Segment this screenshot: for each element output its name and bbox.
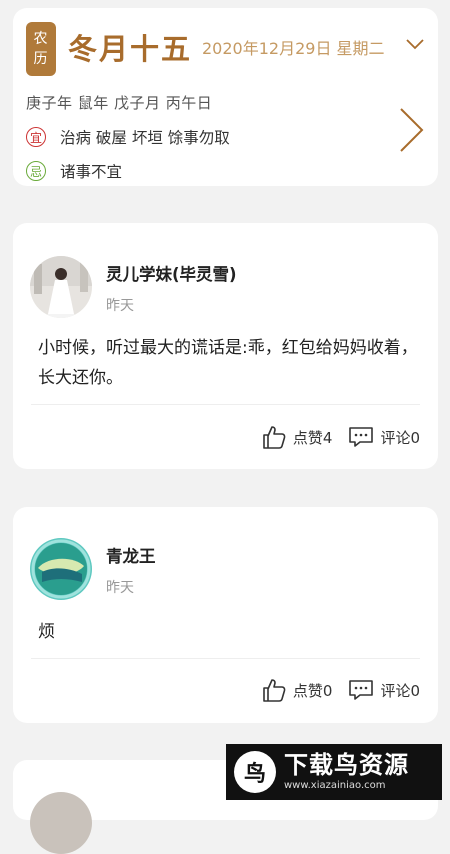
like-label: 点赞4 <box>292 428 333 447</box>
watermark-title: 下载鸟资源 <box>284 751 409 779</box>
thumbs-up-icon <box>263 679 286 702</box>
author-name[interactable]: 青龙王 <box>106 543 156 567</box>
comment-button[interactable]: 评论0 <box>348 425 420 449</box>
post-time: 昨天 <box>106 298 134 314</box>
author-name[interactable]: 灵儿学妹(毕灵雪) <box>106 261 237 285</box>
comment-label: 评论0 <box>380 428 420 447</box>
almanac-card[interactable]: 农 历 冬月十五 2020年12月29日 星期二 庚子年 鼠年 戊子月 丙午日 … <box>13 8 438 186</box>
like-button[interactable]: 点赞4 <box>261 424 333 450</box>
watermark-logo-icon: 鸟 <box>234 751 276 793</box>
like-button[interactable]: 点赞0 <box>261 677 333 703</box>
yi-icon: 宜 <box>26 127 46 147</box>
post-actions: 点赞4 评论0 <box>245 424 420 450</box>
chevron-down-icon[interactable] <box>405 36 425 52</box>
comment-icon <box>349 427 374 447</box>
avatar[interactable] <box>30 792 92 854</box>
yi-row: 宜 治病 破屋 坏垣 馀事勿取 <box>26 126 230 148</box>
watermark-url: www.xiazainiao.com <box>284 780 386 791</box>
ji-text: 诸事不宜 <box>60 163 123 181</box>
ji-icon: 忌 <box>26 161 46 181</box>
badge-top-char: 农 <box>33 31 49 47</box>
divider <box>31 404 420 405</box>
yi-text: 治病 破屋 坏垣 馀事勿取 <box>60 129 230 147</box>
post-card[interactable]: 青龙王 昨天 烦 点赞0 评论0 <box>13 507 438 723</box>
divider <box>31 658 420 659</box>
comment-button[interactable]: 评论0 <box>348 678 420 702</box>
thumbs-up-icon <box>263 426 286 449</box>
chevron-right-icon[interactable] <box>396 106 426 154</box>
watermark: 鸟 下载鸟资源 www.xiazainiao.com <box>226 744 442 800</box>
lunar-badge: 农 历 <box>26 22 56 76</box>
ji-row: 忌 诸事不宜 <box>26 160 122 182</box>
badge-bottom-char: 历 <box>33 51 49 67</box>
post-card[interactable]: 灵儿学妹(毕灵雪) 昨天 小时候，听过最大的谎话是:乖，红包给妈妈收着，长大还你… <box>13 223 438 469</box>
solar-date[interactable]: 2020年12月29日 星期二 <box>202 35 385 59</box>
lunar-date: 冬月十五 <box>68 32 193 66</box>
post-actions: 点赞0 评论0 <box>245 677 420 703</box>
comment-label: 评论0 <box>380 681 420 700</box>
avatar[interactable] <box>30 256 92 318</box>
post-content: 烦 <box>38 622 55 642</box>
ganzhi-text: 庚子年 鼠年 戊子月 丙午日 <box>26 94 213 112</box>
like-label: 点赞0 <box>292 681 333 700</box>
comment-icon <box>349 680 374 700</box>
post-content: 小时候，听过最大的谎话是:乖，红包给妈妈收着，长大还你。 <box>38 338 418 388</box>
avatar[interactable] <box>30 538 92 600</box>
post-time: 昨天 <box>106 580 134 596</box>
